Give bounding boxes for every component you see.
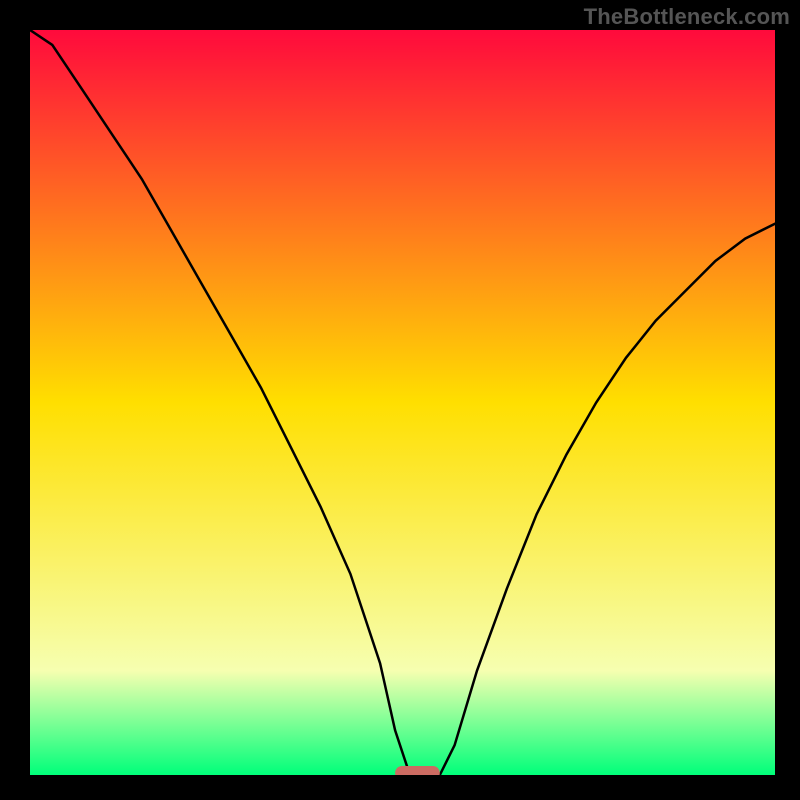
chart-frame: TheBottleneck.com (0, 0, 800, 800)
plot-background (30, 30, 775, 775)
optimum-marker (395, 766, 440, 775)
bottleneck-plot (30, 30, 775, 775)
plot-svg (30, 30, 775, 775)
watermark-text: TheBottleneck.com (584, 4, 790, 30)
